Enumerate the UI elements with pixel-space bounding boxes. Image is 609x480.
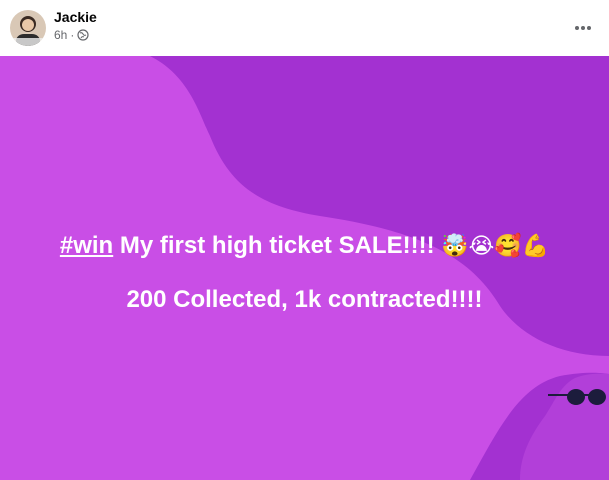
post-line-1-text: My first high ticket SALE!!!! (113, 232, 442, 259)
post-header: Jackie 6h · (0, 0, 609, 56)
author-name[interactable]: Jackie (54, 9, 97, 25)
avatar[interactable] (10, 10, 46, 46)
avatar-image (10, 10, 46, 46)
emoji-group: 🤯😭🥰💪 (441, 234, 550, 259)
post-meta: 6h · (54, 28, 89, 42)
post-line-2: 200 Collected, 1k contracted!!!! (126, 286, 483, 313)
post-line-1: #win My first high ticket SALE!!!! 🤯😭🥰💪 (0, 231, 609, 262)
more-options-icon (575, 26, 591, 30)
meta-separator: · (70, 28, 75, 42)
post-background-canvas: #win My first high ticket SALE!!!! 🤯😭🥰💪 … (0, 56, 609, 480)
post-text: #win My first high ticket SALE!!!! 🤯😭🥰💪 … (0, 56, 609, 480)
hashtag-link[interactable]: #win (60, 232, 113, 259)
more-options-button[interactable] (569, 14, 597, 42)
post-time[interactable]: 6h (54, 28, 67, 42)
globe-icon[interactable] (77, 29, 89, 41)
